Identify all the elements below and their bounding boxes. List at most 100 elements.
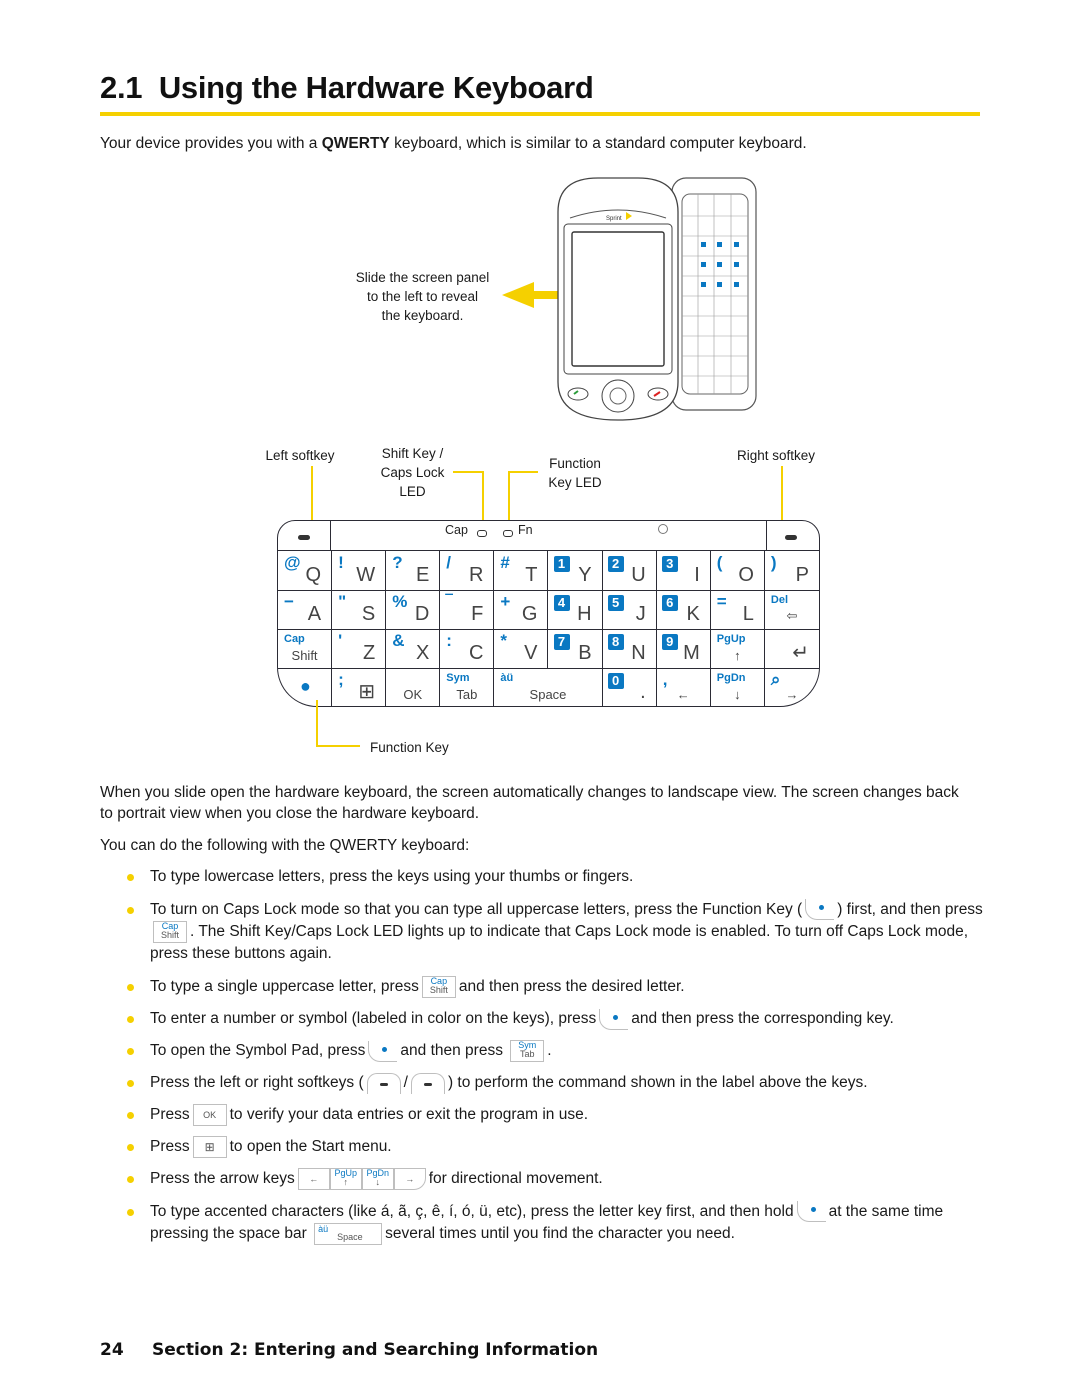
key-ok[interactable]: OK xyxy=(386,668,441,707)
list-item: To open the Symbol Pad, press and then pr… xyxy=(100,1040,990,1063)
key-i[interactable]: 3I xyxy=(657,551,711,590)
key-y[interactable]: 1Y xyxy=(549,551,603,590)
key-j[interactable]: 5J xyxy=(603,590,657,629)
key-s[interactable]: " S xyxy=(332,590,387,629)
key-function-label: / xyxy=(446,553,452,572)
key-function-label: Sym xyxy=(446,672,470,684)
softkey-pill-icon xyxy=(785,535,797,540)
list-item: To type lowercase letters, press the key… xyxy=(100,866,990,888)
key-q[interactable]: @ Q xyxy=(278,551,333,590)
key-letter-label: Q xyxy=(305,564,322,586)
key-letter-label: C xyxy=(468,642,484,664)
key-letter-label: V xyxy=(524,642,538,664)
key-number-label: 2 xyxy=(607,556,624,572)
key-number-label: 0 xyxy=(607,673,624,689)
key-h[interactable]: 4H xyxy=(549,590,603,629)
key-space[interactable]: àü Space xyxy=(494,668,603,707)
key-d[interactable]: % D xyxy=(386,590,441,629)
function-key-icon xyxy=(599,1008,629,1030)
shift-led-label: Shift Key / Caps Lock LED xyxy=(380,446,445,499)
key-function-label: ● xyxy=(300,676,311,696)
keyboard-diagram: Cap Fn @ Q! W? E / R # T 1 Y 2 U 3 I(O) P − A " S% D ‾ F + G 4 H 5… xyxy=(277,520,820,707)
key-number-label: 7 xyxy=(553,634,570,650)
key-number-label: 1 xyxy=(553,556,570,572)
key-letter-label: L xyxy=(742,603,754,625)
key-letter-label: U xyxy=(631,564,646,586)
fn-led-label: Fn xyxy=(518,523,533,537)
key-letter-label: Y xyxy=(578,564,592,586)
key-u[interactable]: 2U xyxy=(603,551,657,590)
key-⇦[interactable]: Del ⇦ xyxy=(765,590,819,629)
key-↵[interactable]: ↵ xyxy=(765,629,819,668)
key-→[interactable]: ⌕ → xyxy=(765,668,819,707)
key-p[interactable]: ) P xyxy=(765,551,819,590)
key-letter-label: G xyxy=(521,603,538,625)
right-softkey[interactable] xyxy=(766,521,819,550)
key-number-label: 4 xyxy=(553,595,570,611)
list-item: Press the arrow keys ←PgUp ↑PgDn ↓ → for dire… xyxy=(100,1168,990,1191)
key-number-label: 3 xyxy=(661,556,678,572)
function-key-leader-h xyxy=(316,745,360,747)
landscape-paragraph: When you slide open the hardware keyboar… xyxy=(100,784,959,822)
key-function-label: = xyxy=(716,592,727,611)
key-w[interactable]: ! W xyxy=(332,551,387,590)
list-item: To type a single uppercase letter, press… xyxy=(100,976,990,999)
key-r[interactable]: / R xyxy=(440,551,495,590)
key-o[interactable]: (O xyxy=(711,551,765,590)
key-letter-label: ↑ xyxy=(734,648,741,663)
key-function-label: ' xyxy=(338,631,343,650)
key-↑[interactable]: PgUp ↑ xyxy=(711,629,765,668)
key-letter-label: J xyxy=(635,603,646,625)
key-b[interactable]: 7B xyxy=(549,629,603,668)
key-↓[interactable]: PgDn ↓ xyxy=(711,668,765,707)
key-letter-label: X xyxy=(415,642,430,664)
key-t[interactable]: # T xyxy=(494,551,549,590)
key-c[interactable]: :C xyxy=(440,629,495,668)
function-key[interactable]: ● xyxy=(278,668,333,707)
key-n[interactable]: 8N xyxy=(603,629,657,668)
keyboard-row: @ Q! W? E / R # T 1 Y 2 U 3 I(O) P xyxy=(278,551,819,591)
cap-led-icon xyxy=(477,530,487,537)
key-.[interactable]: 0. xyxy=(603,668,657,707)
key-letter-label: E xyxy=(415,564,430,586)
key-letter-label: I xyxy=(694,564,700,586)
right-arrow-key-icon: → xyxy=(393,1168,426,1191)
ok-key-icon: OK xyxy=(192,1104,227,1127)
key-letter-label: Space xyxy=(529,687,567,702)
key-k[interactable]: 6K xyxy=(657,590,711,629)
key-letter-label: ⊞ xyxy=(358,681,376,703)
key-shift[interactable]: Cap Shift xyxy=(278,629,333,668)
key-x[interactable]: & X xyxy=(386,629,441,668)
left-softkey-label: Left softkey xyxy=(265,448,335,463)
cap-shift-key-icon: Cap Shift xyxy=(421,976,456,999)
left-softkey[interactable] xyxy=(278,521,331,550)
key-←[interactable]: , ← xyxy=(657,668,711,707)
function-key-icon xyxy=(796,1200,826,1222)
key-m[interactable]: 9M xyxy=(657,629,711,668)
key-letter-label: Shift xyxy=(291,648,318,663)
cap-shift-key-icon: Cap Shift xyxy=(153,921,187,943)
cap-led-label: Cap xyxy=(445,523,468,537)
key-g[interactable]: + G xyxy=(494,590,549,629)
key-letter-label: → xyxy=(785,687,799,702)
key-letter-label: O xyxy=(738,564,754,586)
shift-led-leader-h xyxy=(453,471,484,473)
function-key-leader-v xyxy=(316,700,318,747)
footer-section-title: Section 2: Entering and Searching Inform… xyxy=(152,1340,599,1360)
key-e[interactable]: ? E xyxy=(386,551,441,590)
right-softkey-icon xyxy=(410,1072,445,1094)
key-function-label: ? xyxy=(392,553,403,572)
key-l[interactable]: = L xyxy=(711,590,765,629)
key-v[interactable]: * V xyxy=(494,629,549,668)
start-key[interactable]: ; ⊞ xyxy=(332,668,387,707)
key-function-label: Cap xyxy=(284,633,305,645)
list-item: Press the left or right softkeys (/) to … xyxy=(100,1072,990,1094)
keyboard-row: ● ; ⊞ OK Sym Tab àü Space 0., ← PgDn ↓ ⌕ → xyxy=(278,668,819,707)
key-letter-label: Tab xyxy=(456,687,478,702)
pgup-key-icon: PgUp ↑ xyxy=(329,1168,362,1191)
key-f[interactable]: ‾ F xyxy=(440,590,495,629)
pgdn-key-icon: PgDn ↓ xyxy=(361,1168,394,1191)
key-tab[interactable]: Sym Tab xyxy=(440,668,495,707)
key-a[interactable]: − A xyxy=(278,590,333,629)
key-z[interactable]: ' Z xyxy=(332,629,387,668)
